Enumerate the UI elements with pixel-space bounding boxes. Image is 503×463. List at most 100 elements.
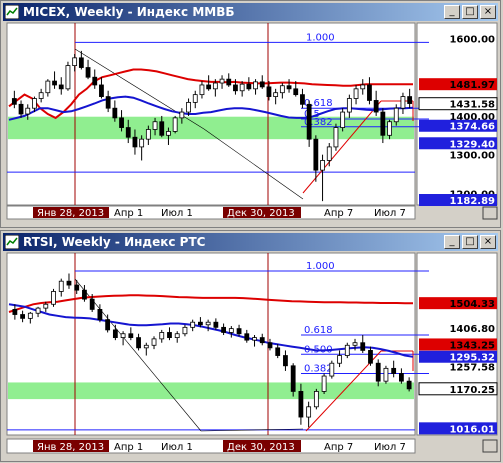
candle-body[interactable] xyxy=(105,96,111,109)
candle-body[interactable] xyxy=(58,280,64,292)
candle-body[interactable] xyxy=(326,146,332,161)
candle-body[interactable] xyxy=(136,337,141,349)
candle-body[interactable] xyxy=(298,391,304,418)
candle-body[interactable] xyxy=(320,160,325,171)
candle-body[interactable] xyxy=(151,338,157,346)
candle-body[interactable] xyxy=(337,355,342,364)
candle-body[interactable] xyxy=(400,96,406,109)
candle-body[interactable] xyxy=(360,84,366,90)
candle-body[interactable] xyxy=(375,362,381,382)
candle-body[interactable] xyxy=(228,328,234,333)
candle-body[interactable] xyxy=(58,84,64,90)
candle-body[interactable] xyxy=(239,83,245,92)
candle-body[interactable] xyxy=(253,81,258,90)
candle-body[interactable] xyxy=(300,94,305,105)
candle-body[interactable] xyxy=(125,127,131,138)
candle-body[interactable] xyxy=(198,321,203,326)
candle-body[interactable] xyxy=(399,373,404,382)
chart-scroll-icon[interactable] xyxy=(482,439,498,453)
candle-body[interactable] xyxy=(35,307,41,314)
candle-body[interactable] xyxy=(66,280,72,286)
candle-body[interactable] xyxy=(393,107,399,123)
candle-body[interactable] xyxy=(333,127,339,148)
candle-body[interactable] xyxy=(406,380,412,390)
candle-body[interactable] xyxy=(306,406,312,418)
candle-body[interactable] xyxy=(143,344,149,349)
candle-body[interactable] xyxy=(205,321,211,326)
candle-body[interactable] xyxy=(367,84,372,101)
candle-body[interactable] xyxy=(99,84,104,97)
candle-body[interactable] xyxy=(321,375,327,392)
candle-body[interactable] xyxy=(166,131,171,136)
candle-body[interactable] xyxy=(167,332,172,338)
candle-body[interactable] xyxy=(306,103,312,140)
candle-body[interactable] xyxy=(246,83,252,90)
candle-body[interactable] xyxy=(174,333,180,338)
candle-body[interactable] xyxy=(259,81,265,88)
candle-body[interactable] xyxy=(380,111,386,136)
candle-body[interactable] xyxy=(32,98,37,109)
candle-body[interactable] xyxy=(266,86,272,97)
candle-body[interactable] xyxy=(52,80,57,86)
candle-body[interactable] xyxy=(112,107,118,119)
candle-body[interactable] xyxy=(172,117,178,132)
candle-body[interactable] xyxy=(190,321,196,328)
candle-body[interactable] xyxy=(259,337,265,344)
candle-body[interactable] xyxy=(78,57,84,68)
candle-body[interactable] xyxy=(407,96,413,104)
candle-body[interactable] xyxy=(252,337,257,341)
candle-body[interactable] xyxy=(65,65,71,90)
candle-body[interactable] xyxy=(275,347,281,356)
candle-body[interactable] xyxy=(112,329,118,338)
candle-body[interactable] xyxy=(313,138,319,171)
candle-body[interactable] xyxy=(120,333,126,338)
micex-chart-window[interactable]: MICEX, Weekly - Индекс ММВБ _ □ × 1.000 0… xyxy=(0,0,501,228)
candle-body[interactable] xyxy=(344,344,350,356)
candle-body[interactable] xyxy=(152,121,158,130)
candle-body[interactable] xyxy=(387,121,392,136)
candle-body[interactable] xyxy=(12,308,18,315)
candle-body[interactable] xyxy=(286,85,292,90)
candle-body[interactable] xyxy=(186,101,191,113)
candle-body[interactable] xyxy=(244,333,250,341)
micex-candlestick-chart[interactable]: 1.0000.6180.50.3821600.001481.971431.581… xyxy=(1,1,502,229)
candle-body[interactable] xyxy=(192,94,198,103)
candle-body[interactable] xyxy=(27,312,33,319)
candle-body[interactable] xyxy=(346,98,352,113)
candle-body[interactable] xyxy=(329,362,335,377)
candle-body[interactable] xyxy=(89,298,95,310)
candle-body[interactable] xyxy=(105,319,111,331)
candle-body[interactable] xyxy=(236,328,242,335)
candle-body[interactable] xyxy=(293,88,299,96)
candle-body[interactable] xyxy=(313,391,319,408)
candle-body[interactable] xyxy=(128,333,134,338)
candle-body[interactable] xyxy=(182,326,188,335)
candle-body[interactable] xyxy=(360,342,366,351)
candle-body[interactable] xyxy=(85,67,91,78)
candle-body[interactable] xyxy=(20,314,25,319)
candle-body[interactable] xyxy=(43,303,49,309)
candle-body[interactable] xyxy=(352,342,358,346)
candle-body[interactable] xyxy=(97,308,103,321)
candle-body[interactable] xyxy=(226,78,232,86)
chart-scroll-icon[interactable] xyxy=(482,206,498,220)
candle-body[interactable] xyxy=(283,355,288,367)
candle-body[interactable] xyxy=(72,57,78,66)
candle-body[interactable] xyxy=(290,365,296,392)
candle-body[interactable] xyxy=(267,342,273,349)
candle-body[interactable] xyxy=(82,289,87,300)
candle-body[interactable] xyxy=(18,103,24,115)
candle-body[interactable] xyxy=(206,84,212,90)
candle-body[interactable] xyxy=(373,100,379,113)
rtsi-chart-window[interactable]: RTSI, Weekly - Индекс РТС _ □ × 1.000 0.6… xyxy=(0,230,501,462)
candle-body[interactable] xyxy=(92,76,98,86)
plot-area[interactable] xyxy=(6,22,416,206)
candle-body[interactable] xyxy=(132,136,138,148)
candle-body[interactable] xyxy=(219,78,225,84)
candle-body[interactable] xyxy=(273,92,279,97)
candle-body[interactable] xyxy=(159,332,165,340)
candle-body[interactable] xyxy=(38,92,44,99)
candle-body[interactable] xyxy=(11,98,17,105)
candle-body[interactable] xyxy=(340,111,346,128)
candle-body[interactable] xyxy=(383,367,389,382)
